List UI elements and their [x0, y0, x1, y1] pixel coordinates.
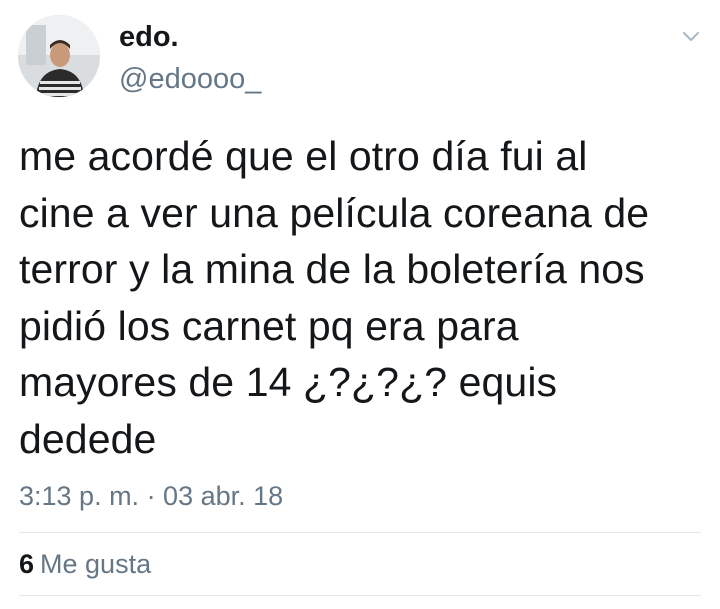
- chevron-down-icon[interactable]: [680, 26, 702, 46]
- tweet-text: me acordé que el otro día fui al cine a …: [19, 133, 650, 462]
- likes-label: Me gusta: [40, 549, 152, 579]
- divider: [19, 532, 701, 533]
- likes-stat[interactable]: 6 Me gusta: [19, 548, 151, 580]
- author-display-name[interactable]: edo.: [119, 20, 179, 54]
- tweet-timestamp[interactable]: 3:13 p. m. · 03 abr. 18: [19, 480, 283, 512]
- likes-count: 6: [19, 549, 35, 579]
- tweet: edo. @edoooo_ me acordé que el otro día …: [0, 0, 720, 609]
- author-handle[interactable]: @edoooo_: [119, 62, 261, 96]
- avatar-photo: [18, 15, 100, 97]
- divider: [19, 595, 701, 596]
- avatar[interactable]: [18, 15, 100, 97]
